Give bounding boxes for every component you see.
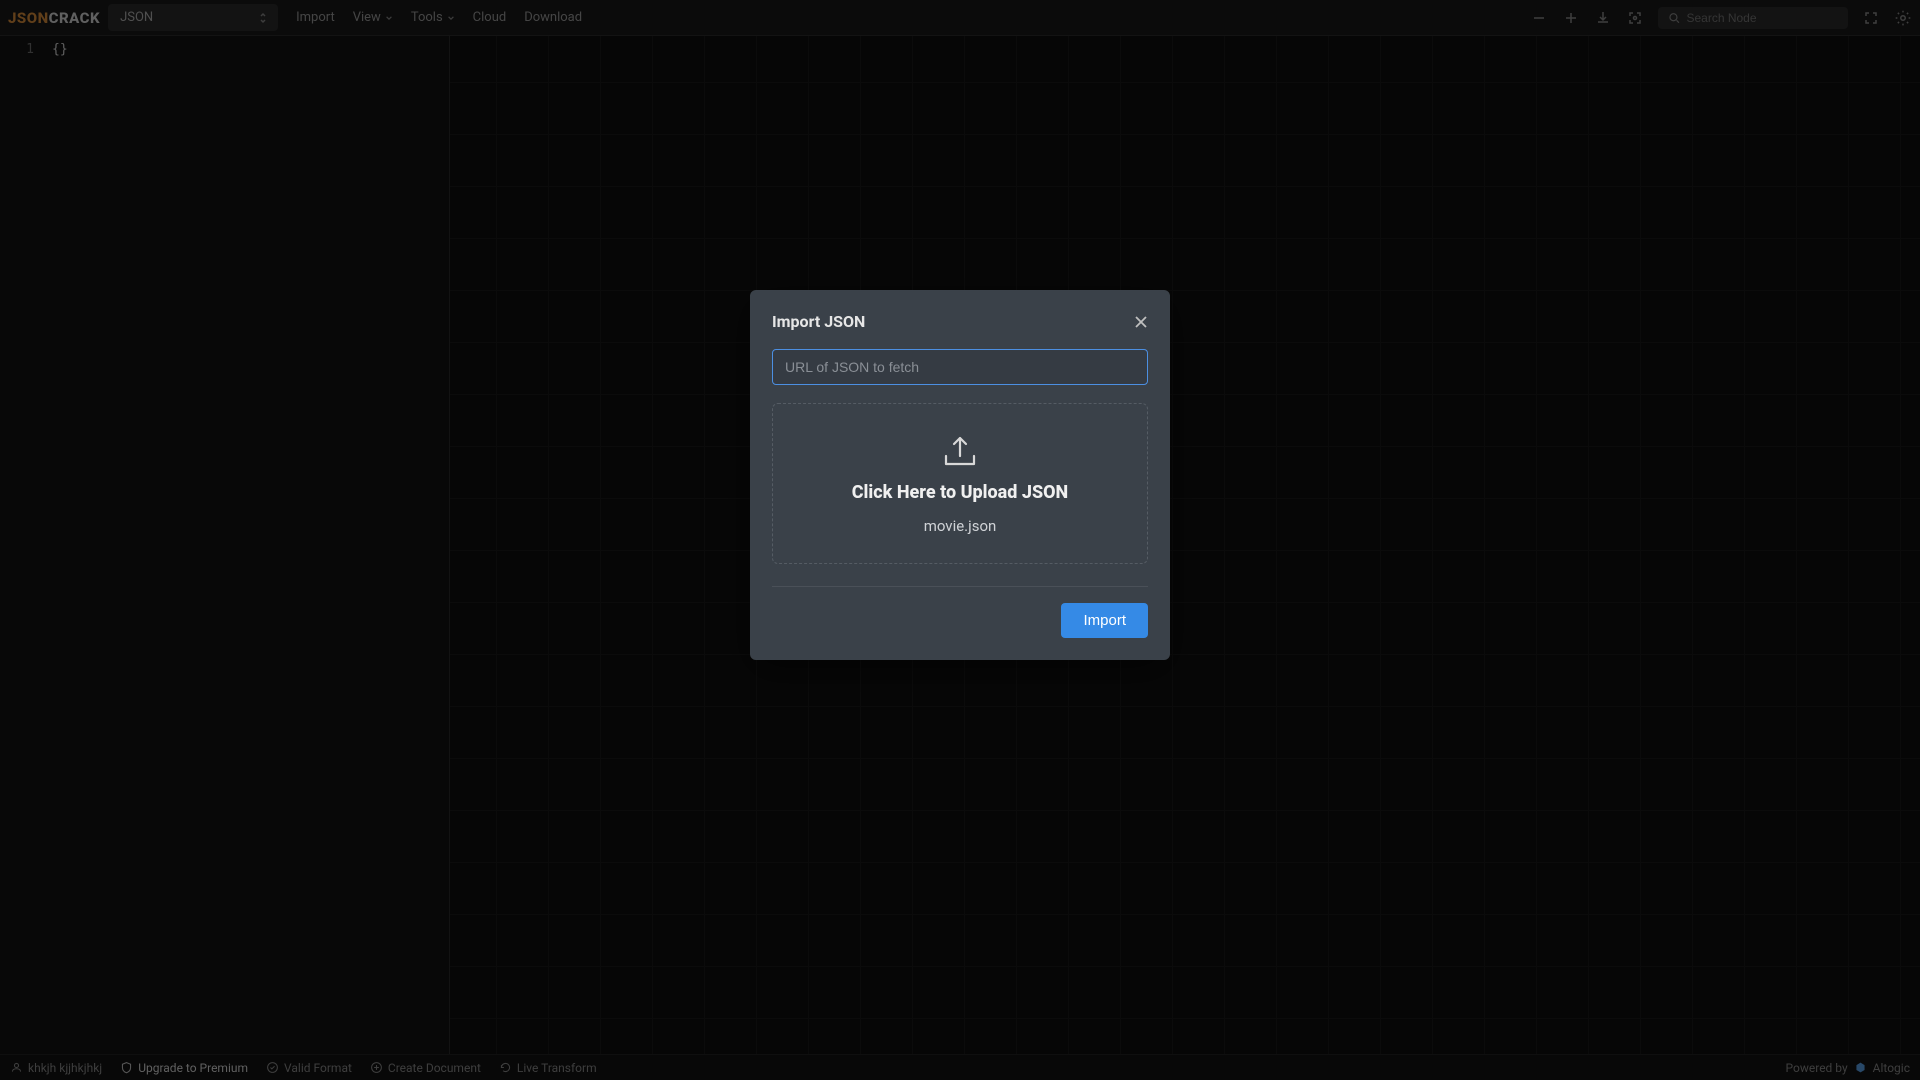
upload-dropzone[interactable]: Click Here to Upload JSON movie.json xyxy=(772,403,1148,564)
modal-close-button[interactable] xyxy=(1134,315,1148,329)
import-button[interactable]: Import xyxy=(1061,603,1148,638)
dropzone-title: Click Here to Upload JSON xyxy=(793,482,1127,503)
modal-header: Import JSON xyxy=(772,312,1148,331)
import-modal: Import JSON Click Here to Upload JSON mo… xyxy=(750,290,1170,660)
url-input[interactable] xyxy=(772,349,1148,385)
import-button-label: Import xyxy=(1083,612,1126,629)
modal-footer: Import xyxy=(772,603,1148,638)
modal-overlay[interactable]: Import JSON Click Here to Upload JSON mo… xyxy=(0,0,1920,1080)
close-icon xyxy=(1134,315,1148,329)
modal-divider xyxy=(772,586,1148,587)
dropzone-filename: movie.json xyxy=(793,517,1127,535)
modal-title: Import JSON xyxy=(772,312,865,331)
upload-icon xyxy=(940,434,980,468)
